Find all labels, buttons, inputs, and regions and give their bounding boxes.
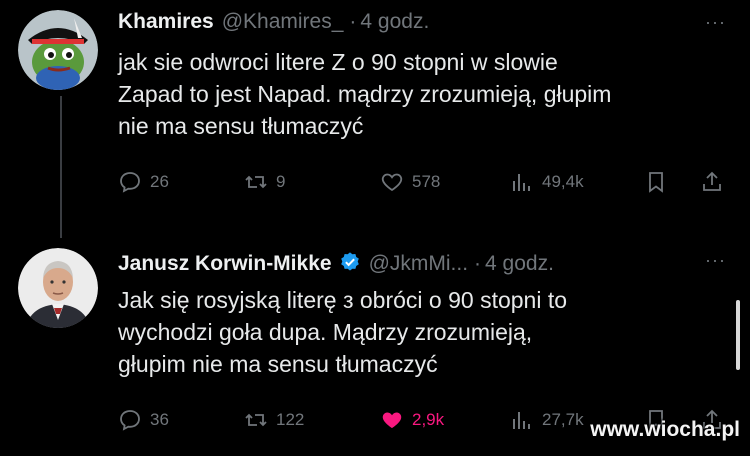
repost-count: 122 <box>276 410 305 429</box>
reply-icon <box>120 410 140 431</box>
tweet-text-line: wychodzi goła dupa. Mądrzy zrozumieją, <box>118 319 533 345</box>
repost-button[interactable]: 122 <box>244 408 304 432</box>
timestamp[interactable]: 4 godz. <box>360 10 429 34</box>
like-count: 578 <box>412 172 441 191</box>
tweet-text: jak sie odwroci litere Z o 90 stopni w s… <box>118 46 708 142</box>
repost-icon <box>245 413 267 427</box>
like-button[interactable]: 578 <box>380 170 440 194</box>
heart-icon <box>382 412 402 428</box>
bookmark-icon <box>649 172 663 193</box>
tweet-text: Jak się rosyjską literę з obróci o 90 st… <box>118 284 708 380</box>
tweet-text-line: nie ma sensu tłumaczyć <box>118 113 364 139</box>
watermark: www.wiocha.pl <box>590 418 740 441</box>
share-icon <box>703 171 721 191</box>
views-button[interactable]: 49,4k <box>510 170 584 194</box>
more-options-icon[interactable]: ··· <box>705 12 726 33</box>
views-icon <box>513 174 530 191</box>
reply-button[interactable]: 26 <box>118 170 169 194</box>
tweet-text-line: jak sie odwroci litere Z o 90 stopni w s… <box>118 49 558 75</box>
like-count: 2,9k <box>412 410 445 429</box>
action-bar: 26 9 578 49,4k <box>118 170 738 198</box>
tweet-header: Khamires @Khamires_ · 4 godz. <box>118 10 429 34</box>
tweet-khamires[interactable]: Khamires @Khamires_ · 4 godz. ··· jak si… <box>0 0 750 238</box>
views-count: 49,4k <box>542 172 584 191</box>
views-icon <box>513 412 530 429</box>
frog-avatar-icon[interactable] <box>18 10 98 90</box>
scrollbar-thumb[interactable] <box>736 300 740 370</box>
person-avatar-icon[interactable] <box>18 248 98 328</box>
more-options-icon[interactable]: ··· <box>705 250 726 271</box>
tweet-text-line: głupim nie ma sensu tłumaczyć <box>118 351 438 377</box>
thread-line <box>60 96 62 238</box>
views-count: 27,7k <box>542 410 584 429</box>
reply-button[interactable]: 36 <box>118 408 169 432</box>
heart-icon <box>381 173 403 192</box>
tweet-text-line: Zapad to jest Napad. mądrzy zrozumieją, … <box>118 81 612 107</box>
reply-count: 26 <box>150 172 169 191</box>
repost-button[interactable]: 9 <box>244 170 285 194</box>
reply-icon <box>120 172 140 193</box>
share-button[interactable] <box>700 170 724 194</box>
author-handle[interactable]: @Khamires_ <box>222 10 344 34</box>
author-name[interactable]: Janusz Korwin-Mikke <box>118 252 332 276</box>
reply-count: 36 <box>150 410 169 429</box>
repost-count: 9 <box>276 172 286 191</box>
separator-dot: · <box>474 252 482 275</box>
verified-badge-icon[interactable] <box>339 251 361 273</box>
repost-icon <box>245 175 267 189</box>
like-button[interactable]: 2,9k <box>380 408 444 432</box>
separator-dot: · <box>349 10 357 33</box>
tweet-header: Janusz Korwin-Mikke @JkmMi... · 4 godz. <box>118 248 554 276</box>
author-handle[interactable]: @JkmMi... <box>369 252 468 276</box>
timestamp[interactable]: 4 godz. <box>485 252 554 276</box>
views-button[interactable]: 27,7k <box>510 408 584 432</box>
tweet-text-line: Jak się rosyjską literę з obróci o 90 st… <box>118 287 568 313</box>
author-name[interactable]: Khamires <box>118 10 214 34</box>
bookmark-button[interactable] <box>644 170 668 194</box>
